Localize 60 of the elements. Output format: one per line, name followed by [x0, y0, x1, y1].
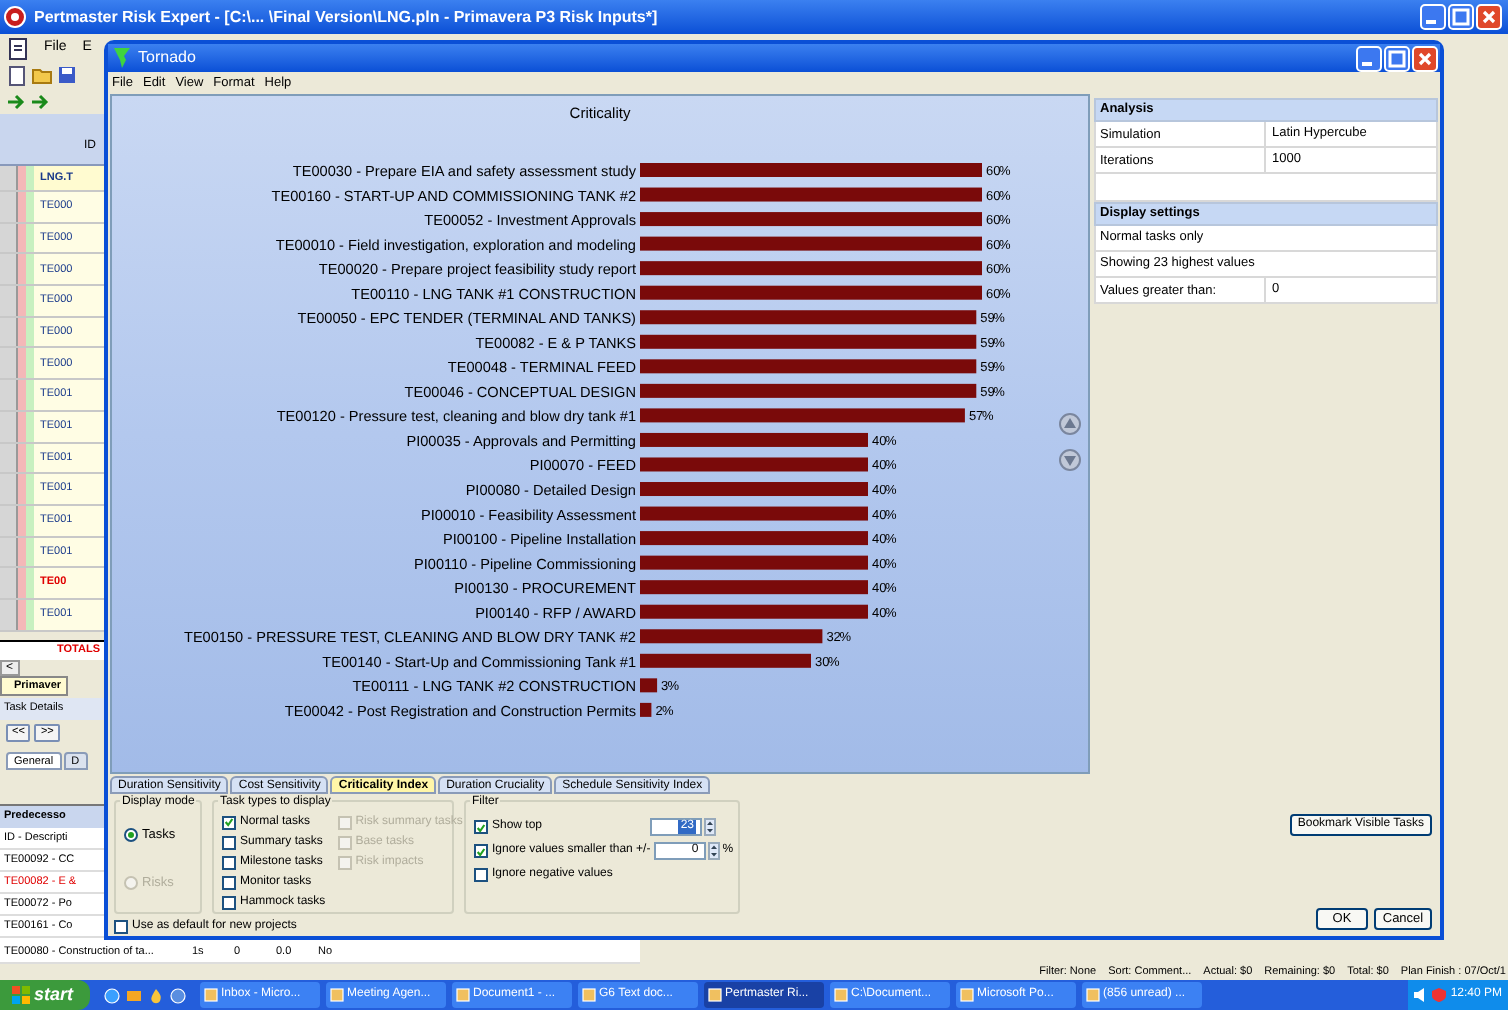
close-icon[interactable]	[1476, 4, 1502, 30]
checkbox[interactable]	[474, 844, 488, 858]
window-icon	[329, 988, 344, 1002]
window-icon	[203, 988, 218, 1002]
app-logo-icon	[4, 6, 26, 28]
radio-button[interactable]	[124, 828, 138, 843]
maximize-icon[interactable]	[1448, 4, 1474, 30]
start-button[interactable]: start	[0, 980, 90, 1010]
close-icon[interactable]	[1412, 45, 1438, 71]
row-selector[interactable]	[0, 380, 34, 410]
document-icon	[8, 37, 28, 59]
checkbox[interactable]	[222, 875, 236, 889]
save-icon[interactable]	[58, 66, 76, 84]
scroll-down-icon[interactable]	[1059, 449, 1081, 471]
window-icon	[707, 988, 722, 1002]
speaker-icon[interactable]	[1414, 988, 1429, 1002]
checkbox[interactable]	[474, 868, 488, 882]
row-selector[interactable]	[0, 254, 34, 285]
window-icon	[455, 988, 470, 1002]
window-icon	[833, 988, 848, 1002]
maximize-icon[interactable]	[1384, 45, 1410, 71]
bar	[640, 702, 652, 717]
row-selector[interactable]	[0, 411, 34, 441]
spinner-icon[interactable]	[704, 818, 716, 836]
row-selector[interactable]	[0, 599, 34, 630]
minimize-icon[interactable]	[1420, 4, 1446, 30]
window-title: Pertmaster Risk Expert - [C:\... \Final Version\LNG.pln - Primavera P3 Risk Inputs*]	[34, 5, 658, 29]
checkbox[interactable]	[114, 920, 128, 934]
row-selector[interactable]	[0, 537, 34, 567]
window-icon	[959, 988, 974, 1002]
row-selector[interactable]	[0, 223, 34, 253]
checkbox[interactable]	[222, 895, 236, 909]
row-selector[interactable]	[0, 505, 34, 536]
row-selector[interactable]	[0, 474, 34, 504]
bar	[640, 678, 658, 693]
row-selector[interactable]	[0, 286, 34, 316]
checkbox[interactable]	[474, 820, 488, 834]
checkbox[interactable]	[222, 815, 236, 829]
row-selector[interactable]	[0, 166, 34, 190]
scroll-up-icon[interactable]	[1059, 413, 1081, 435]
checkbox[interactable]	[222, 855, 236, 869]
new-file-icon[interactable]	[8, 65, 26, 85]
arrow-right-icon[interactable]	[8, 93, 26, 109]
window-icon	[581, 988, 596, 1002]
window-title: Tornado	[138, 46, 196, 70]
windows-flag-icon	[12, 986, 30, 1004]
row-selector[interactable]	[0, 317, 34, 347]
row-selector[interactable]	[0, 568, 34, 598]
folder-icon[interactable]	[32, 66, 52, 84]
window-icon	[1085, 988, 1100, 1002]
row-selector[interactable]	[0, 443, 34, 473]
row-selector[interactable]	[0, 192, 34, 222]
arrow-right-icon[interactable]	[32, 93, 50, 109]
spinner-icon[interactable]	[708, 842, 721, 860]
check-icon	[224, 816, 234, 828]
row-selector[interactable]	[0, 348, 34, 379]
envelope-icon[interactable]	[125, 987, 142, 1003]
minimize-icon[interactable]	[1356, 45, 1382, 71]
tornado-icon	[114, 48, 130, 68]
checkbox[interactable]	[222, 835, 236, 849]
